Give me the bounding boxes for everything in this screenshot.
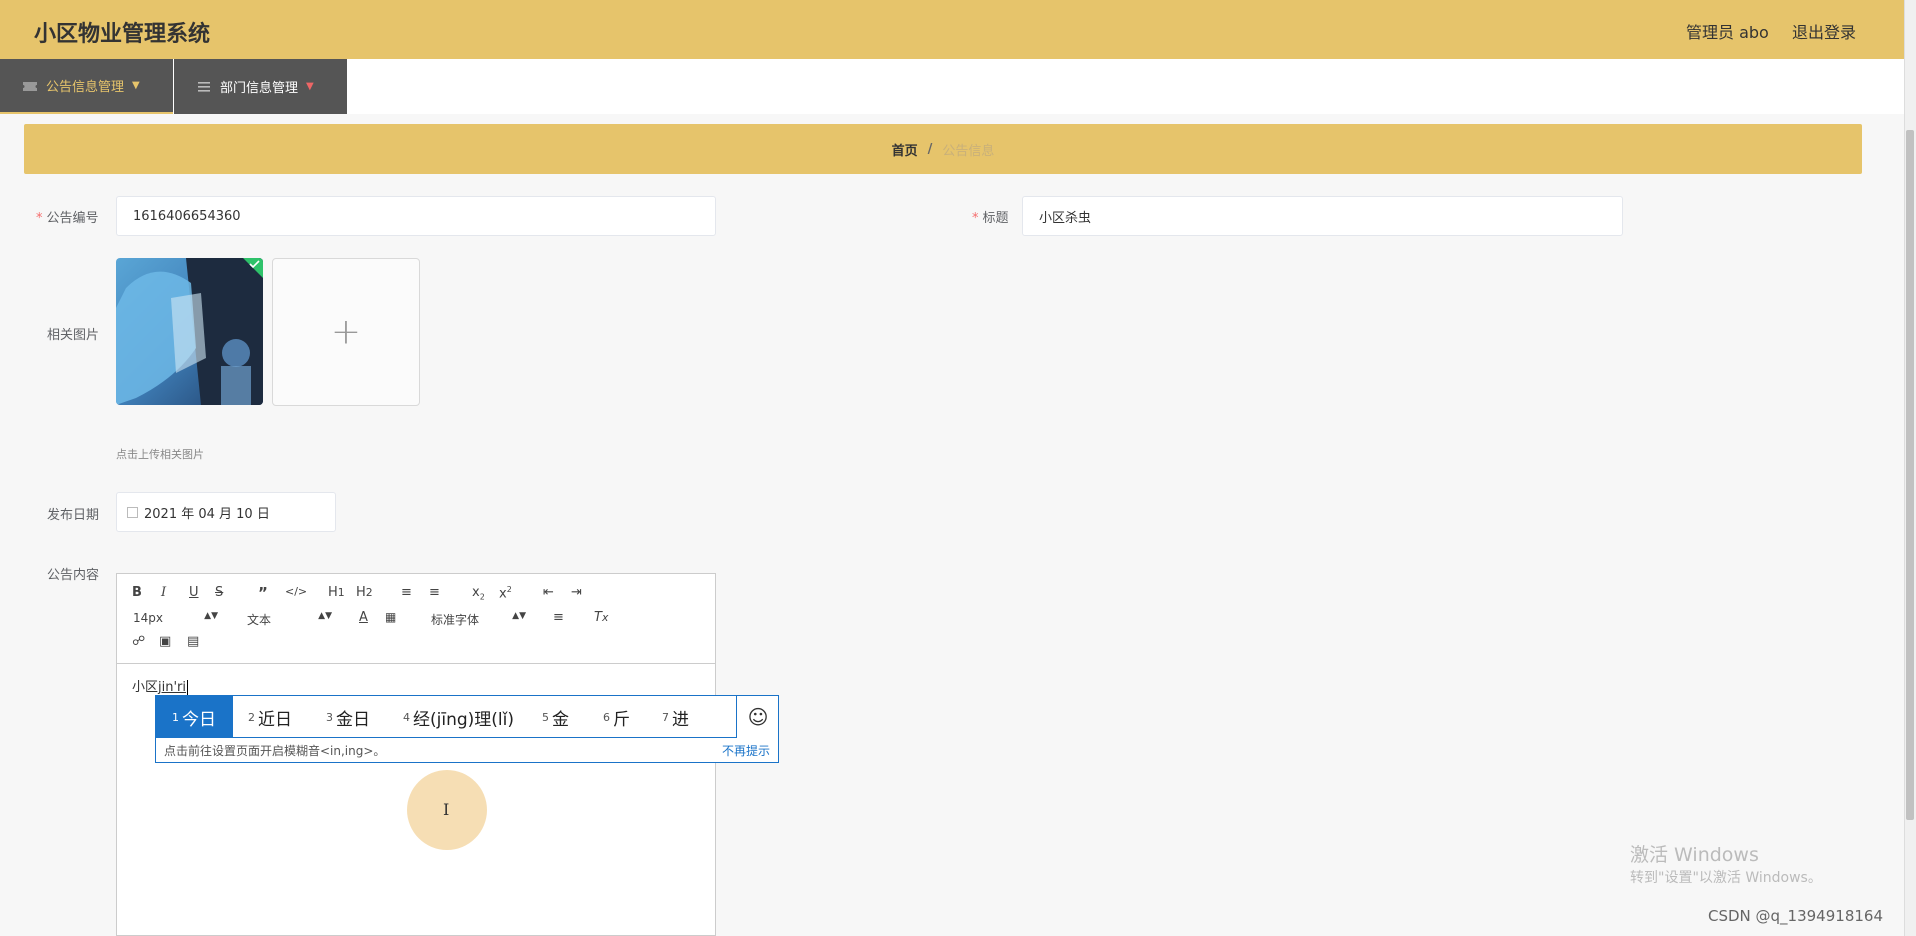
heading1-icon[interactable]: H1 — [328, 585, 345, 600]
list-icon — [198, 81, 210, 92]
video-icon[interactable]: ▤ — [187, 634, 199, 649]
content-label: 公告内容 — [47, 568, 100, 583]
font-color-icon[interactable]: A — [359, 610, 368, 625]
app-title: 小区物业管理系统 — [34, 22, 211, 47]
clear-format-icon[interactable]: Tx — [594, 610, 608, 625]
windows-activation-subtitle: 转到"设置"以激活 Windows。 — [1630, 870, 1822, 886]
date-label: 发布日期 — [47, 508, 100, 523]
calendar-icon — [127, 506, 138, 518]
bullet-list-icon[interactable]: ≡ — [429, 585, 440, 600]
nav-label: 公告信息管理 — [46, 80, 125, 95]
font-size-select[interactable]: 14px ▲▼ — [133, 611, 218, 625]
ime-candidate[interactable]: 3 金日 — [326, 696, 370, 738]
superscript-icon[interactable]: x2 — [499, 585, 512, 601]
link-icon[interactable]: ☍ — [132, 634, 145, 649]
align-icon[interactable]: ≡ — [553, 610, 564, 625]
heading2-icon[interactable]: H2 — [356, 585, 373, 600]
nav-label: 部门信息管理 — [220, 81, 299, 96]
strikethrough-icon[interactable]: S — [215, 585, 223, 600]
title-input[interactable]: 小区杀虫 — [1022, 196, 1623, 236]
ime-candidate[interactable]: 2 近日 — [248, 696, 292, 738]
uploaded-image-thumbnail[interactable] — [116, 258, 263, 405]
breadcrumb-separator: / — [927, 141, 933, 157]
ime-composition: jin'ri — [158, 680, 187, 695]
image-icon[interactable]: ▣ — [159, 634, 171, 649]
editor-text: 小区 — [132, 680, 159, 695]
ordered-list-icon[interactable]: ≡ — [401, 585, 412, 600]
code-label: * 公告编号 — [36, 211, 99, 226]
images-label: 相关图片 — [47, 328, 100, 343]
blockquote-icon[interactable]: ” — [258, 584, 268, 602]
date-value: 2021 年 04 月 10 日 — [144, 506, 270, 522]
image-upload-button[interactable]: + — [272, 258, 420, 406]
top-header: 小区物业管理系统 管理员 abo 退出登录 — [0, 0, 1904, 59]
smiley-icon[interactable]: ☺ — [736, 696, 779, 738]
title-label: * 标题 — [972, 211, 1009, 226]
indent-icon[interactable]: ⇥ — [571, 585, 582, 600]
logout-link[interactable]: 退出登录 — [1792, 19, 1856, 43]
ime-candidate[interactable]: 5金 — [542, 696, 569, 738]
upload-tip: 点击上传相关图片 — [116, 448, 204, 461]
background-color-icon[interactable]: ▦ — [385, 610, 396, 624]
ime-candidate[interactable]: 7进 — [662, 696, 689, 738]
plus-icon: + — [330, 311, 362, 353]
chevron-down-icon: ▼ — [132, 80, 140, 91]
italic-icon[interactable]: I — [161, 585, 166, 600]
code-block-icon[interactable]: </> — [285, 585, 307, 598]
nav-department-management[interactable]: 部门信息管理 ▼ — [174, 59, 347, 114]
scrollbar-thumb[interactable] — [1906, 130, 1914, 820]
font-family-select[interactable]: 标准字体 ▲▼ — [431, 611, 526, 628]
breadcrumb: 首页 / 公告信息 — [24, 124, 1862, 174]
ime-candidate[interactable]: 1 今日 — [156, 696, 233, 738]
windows-activation-title: 激活 Windows — [1630, 844, 1759, 866]
outdent-icon[interactable]: ⇤ — [543, 585, 554, 600]
block-format-select[interactable]: 文本 ▲▼ — [247, 611, 332, 628]
ime-candidate-window: 1 今日 2 近日 3 金日 4 经(jīng)理(lǐ) 5金 6斤 7进 ☺ 点击前… — [155, 695, 779, 763]
subscript-icon[interactable]: x2 — [472, 585, 485, 602]
text-cursor-icon: I — [443, 800, 450, 819]
editor-toolbar: B I U S ” </> H1 H2 ≡ ≡ x2 x2 ⇤ ⇥ 14px ▲▼… — [117, 574, 715, 664]
breadcrumb-current: 公告信息 — [942, 143, 995, 159]
nav-announcement-management[interactable]: 公告信息管理 ▼ — [0, 59, 173, 114]
date-picker-input[interactable]: 2021 年 04 月 10 日 — [116, 492, 336, 532]
ime-candidate[interactable]: 4 经(jīng)理(lǐ) — [403, 696, 514, 738]
admin-user-label: 管理员 abo — [1686, 23, 1769, 42]
ticket-icon — [23, 81, 37, 91]
ime-candidate-list: 1 今日 2 近日 3 金日 4 经(jīng)理(lǐ) 5金 6斤 7进 — [156, 696, 736, 738]
ime-dismiss-link[interactable]: 不再提示 — [722, 742, 770, 759]
announcement-code-input[interactable]: 1616406654360 — [116, 196, 716, 236]
chevron-down-icon: ▼ — [306, 81, 314, 92]
ime-candidate[interactable]: 6斤 — [603, 696, 630, 738]
csdn-watermark: CSDN @q_1394918164 — [1708, 907, 1883, 925]
underline-icon[interactable]: U — [189, 585, 199, 600]
breadcrumb-home[interactable]: 首页 — [892, 140, 918, 159]
ime-hint[interactable]: 点击前往设置页面开启模糊音<in,ing>。 — [164, 742, 385, 759]
editor-content[interactable]: 小区jin'ri — [132, 676, 189, 695]
protective-suit-photo — [116, 258, 263, 405]
bold-icon[interactable]: B — [132, 585, 142, 600]
